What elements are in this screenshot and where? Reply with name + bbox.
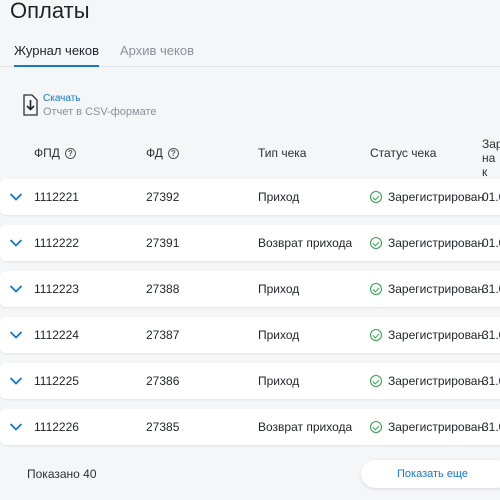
header-fd: ФД ? xyxy=(146,146,179,160)
cell-fd: 27388 xyxy=(146,282,180,296)
cell-fd: 27392 xyxy=(146,190,180,204)
cell-type: Возврат прихода xyxy=(258,420,353,434)
show-more-button[interactable]: Показать еще xyxy=(361,460,500,488)
help-icon[interactable]: ? xyxy=(64,147,76,159)
table-row[interactable]: 1112224 27387 Приход Зарегистрирован 31.… xyxy=(0,317,500,353)
table-row[interactable]: 1112226 27385 Возврат прихода Зарегистри… xyxy=(0,409,500,445)
download-link[interactable]: Скачать xyxy=(43,92,157,105)
table-row[interactable]: 1112223 27388 Приход Зарегистрирован 31.… xyxy=(0,271,500,307)
tab-journal[interactable]: Журнал чеков xyxy=(14,43,100,67)
table-row[interactable]: 1112222 27391 Возврат прихода Зарегистри… xyxy=(0,225,500,261)
cell-type: Приход xyxy=(258,374,300,388)
cell-date: 31.0 xyxy=(482,282,500,296)
cell-fpd: 1112223 xyxy=(34,282,79,296)
cell-status: Зарегистрирован xyxy=(370,420,484,434)
chevron-down-icon[interactable] xyxy=(9,376,23,386)
status-text: Зарегистрирован xyxy=(388,374,485,388)
cell-date: 31.0 xyxy=(482,328,500,342)
cell-type: Приход xyxy=(258,190,300,204)
cell-date: 01.0 xyxy=(482,236,500,250)
check-circle-icon xyxy=(370,283,382,295)
cell-date: 01.0 xyxy=(482,190,500,204)
cell-fpd: 1112225 xyxy=(34,374,79,388)
download-file-icon xyxy=(23,94,38,116)
download-subtitle: Отчет в CSV-формате xyxy=(43,106,157,118)
cell-date: 31.0 xyxy=(482,420,500,434)
cell-fpd: 1112222 xyxy=(34,236,79,250)
check-circle-icon xyxy=(370,191,382,203)
cell-type: Приход xyxy=(258,328,300,342)
header-status: Статус чека xyxy=(370,146,437,160)
chevron-down-icon[interactable] xyxy=(9,422,23,432)
cell-status: Зарегистрирован xyxy=(370,374,484,388)
cell-fd: 27385 xyxy=(146,420,180,434)
check-circle-icon xyxy=(370,237,382,249)
page-title: Оплаты xyxy=(10,0,90,23)
header-fd-label: ФД xyxy=(146,146,163,160)
cell-type: Возврат прихода xyxy=(258,236,353,250)
table-row[interactable]: 1112221 27392 Приход Зарегистрирован 01.… xyxy=(0,179,500,215)
status-text: Зарегистрирован xyxy=(388,420,485,434)
check-circle-icon xyxy=(370,329,382,341)
shown-count: Показано 40 xyxy=(27,467,97,481)
tabs-bar: Журнал чеков Архив чеков xyxy=(0,38,500,67)
header-reg-line2: на к xyxy=(482,151,496,179)
table-row[interactable]: 1112225 27386 Приход Зарегистрирован 31.… xyxy=(0,363,500,399)
chevron-down-icon[interactable] xyxy=(9,192,23,202)
check-circle-icon xyxy=(370,421,382,433)
status-text: Зарегистрирован xyxy=(388,190,485,204)
header-registration: Зар на к xyxy=(482,137,500,179)
cell-status: Зарегистрирован xyxy=(370,236,484,250)
header-fpd-label: ФПД xyxy=(34,146,60,160)
tab-archive[interactable]: Архив чеков xyxy=(120,43,194,58)
header-reg-line1: Зар xyxy=(482,137,500,151)
status-text: Зарегистрирован xyxy=(388,236,485,250)
check-circle-icon xyxy=(370,375,382,387)
cell-fd: 27386 xyxy=(146,374,180,388)
cell-fd: 27391 xyxy=(146,236,180,250)
cell-fd: 27387 xyxy=(146,328,180,342)
status-text: Зарегистрирован xyxy=(388,282,485,296)
cell-type: Приход xyxy=(258,282,300,296)
cell-fpd: 1112221 xyxy=(34,190,79,204)
cell-status: Зарегистрирован xyxy=(370,328,484,342)
status-text: Зарегистрирован xyxy=(388,328,485,342)
cell-status: Зарегистрирован xyxy=(370,282,484,296)
header-type: Тип чека xyxy=(258,146,307,160)
chevron-down-icon[interactable] xyxy=(9,238,23,248)
cell-status: Зарегистрирован xyxy=(370,190,484,204)
chevron-down-icon[interactable] xyxy=(9,330,23,340)
help-icon[interactable]: ? xyxy=(167,147,179,159)
cell-fpd: 1112224 xyxy=(34,328,79,342)
header-fpd: ФПД ? xyxy=(34,146,76,160)
download-csv[interactable]: Скачать Отчет в CSV-формате xyxy=(22,92,157,119)
chevron-down-icon[interactable] xyxy=(9,284,23,294)
cell-fpd: 1112226 xyxy=(34,420,79,434)
cell-date: 31.0 xyxy=(482,374,500,388)
